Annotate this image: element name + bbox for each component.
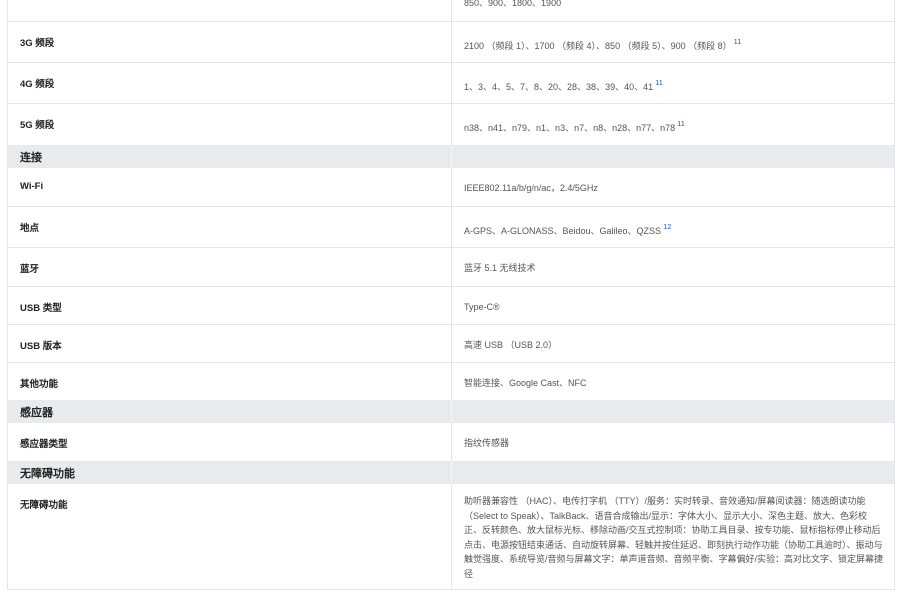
spec-table: 850、900、1800、1900 3G 频段 2100 （频段 1）、1700… (7, 0, 895, 590)
spec-label: 其他功能 (8, 363, 452, 400)
spec-row-4g: 4G 频段 1、3、4、5、7、8、20、28、38、39、40、41 11 (8, 63, 894, 104)
spec-value: Type-C® (464, 302, 500, 312)
spec-label: 地点 (8, 207, 452, 247)
footnote-link[interactable]: 11 (655, 78, 663, 87)
section-header-sensors: 感应器 (8, 400, 894, 423)
footnote-link[interactable]: 12 (663, 222, 671, 231)
spec-label: 蓝牙 (8, 248, 452, 286)
section-header-connectivity: 连接 (8, 145, 894, 168)
spec-label (8, 0, 452, 21)
footnote-link[interactable]: 11 (677, 119, 685, 128)
spec-value: 1、3、4、5、7、8、20、28、38、39、40、41 11 (464, 78, 663, 92)
spec-row-other-features: 其他功能 智能连接、Google Cast、NFC (8, 363, 894, 400)
spec-label: 感应器类型 (8, 423, 452, 461)
footnote-link[interactable]: 11 (734, 37, 742, 46)
spec-value: A-GPS、A-GLONASS、Beidou、Galileo、QZSS 12 (464, 222, 672, 236)
spec-value: 蓝牙 5.1 无线技术 (464, 263, 536, 273)
section-title: 无障碍功能 (8, 461, 452, 484)
section-title: 感应器 (8, 400, 452, 423)
spec-row-bluetooth: 蓝牙 蓝牙 5.1 无线技术 (8, 248, 894, 287)
section-title: 连接 (8, 145, 452, 168)
spec-row-wifi: Wi-Fi IEEE802.11a/b/g/n/ac，2.4/5GHz (8, 168, 894, 207)
spec-row-sensor-type: 感应器类型 指纹传感器 (8, 423, 894, 461)
spec-value: 助听器兼容性 （HAC）、电传打字机 （TTY）/服务：实时转录、音效通知/屏幕… (464, 496, 884, 579)
spec-label: USB 类型 (8, 287, 452, 324)
spec-row-2g: 850、900、1800、1900 (8, 0, 894, 22)
spec-row-usb-version: USB 版本 高速 USB （USB 2.0） (8, 325, 894, 363)
spec-row-usb-type: USB 类型 Type-C® (8, 287, 894, 325)
spec-value: 高速 USB （USB 2.0） (464, 340, 558, 350)
spec-value: 智能连接、Google Cast、NFC (464, 378, 587, 388)
spec-label: 4G 频段 (8, 63, 452, 103)
spec-value: 850、900、1800、1900 (464, 0, 562, 8)
spec-label: Wi-Fi (8, 168, 452, 206)
spec-row-3g: 3G 频段 2100 （频段 1）、1700 （频段 4）、850 （频段 5）… (8, 22, 894, 63)
section-header-accessibility: 无障碍功能 (8, 461, 894, 484)
spec-value: 指纹传感器 (464, 438, 510, 448)
spec-row-5g: 5G 频段 n38、n41、n79、n1、n3、n7、n8、n28、n77、n7… (8, 104, 894, 145)
spec-value: 2100 （频段 1）、1700 （频段 4）、850 （频段 5）、900 （… (464, 37, 742, 51)
spec-label: 5G 频段 (8, 104, 452, 145)
spec-label: 3G 频段 (8, 22, 452, 62)
spec-value: IEEE802.11a/b/g/n/ac，2.4/5GHz (464, 183, 598, 193)
spec-value: n38、n41、n79、n1、n3、n7、n8、n28、n77、n78 11 (464, 119, 685, 133)
spec-row-location: 地点 A-GPS、A-GLONASS、Beidou、Galileo、QZSS 12 (8, 207, 894, 248)
spec-label: 无障碍功能 (8, 484, 452, 589)
spec-row-accessibility: 无障碍功能 助听器兼容性 （HAC）、电传打字机 （TTY）/服务：实时转录、音… (8, 484, 894, 590)
spec-label: USB 版本 (8, 325, 452, 362)
